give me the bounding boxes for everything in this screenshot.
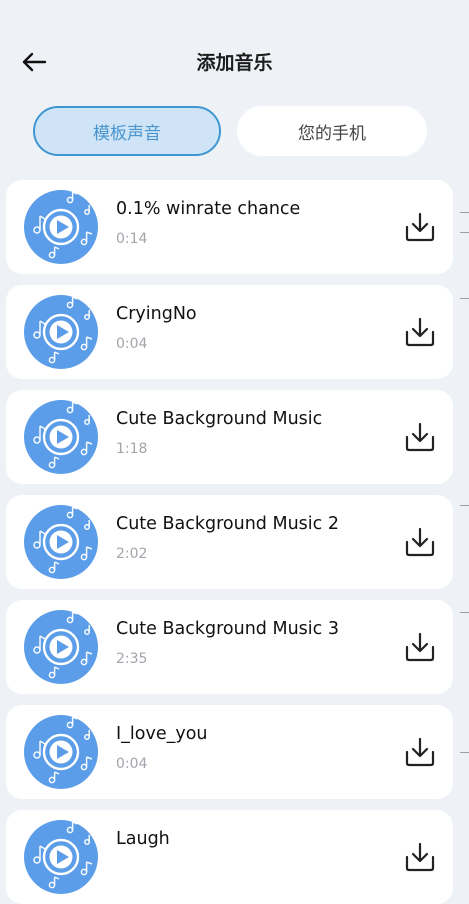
music-disc-icon xyxy=(24,715,98,789)
song-duration: 0:14 xyxy=(116,231,148,247)
song-item[interactable]: 0.1% winrate chance 0:14 xyxy=(6,180,453,274)
edge-divider xyxy=(460,752,469,753)
download-button[interactable] xyxy=(403,421,437,453)
song-cover xyxy=(24,820,98,894)
song-title: CryingNo xyxy=(116,304,197,324)
tab-your-phone[interactable]: 您的手机 xyxy=(237,106,427,156)
header: 添加音乐 xyxy=(0,0,469,100)
music-disc-icon xyxy=(24,400,98,474)
song-item[interactable]: CryingNo 0:04 xyxy=(6,285,453,379)
download-icon xyxy=(405,212,435,242)
music-disc-icon xyxy=(24,190,98,264)
music-disc-icon xyxy=(24,505,98,579)
song-duration: 1:18 xyxy=(116,441,148,457)
song-cover xyxy=(24,610,98,684)
music-disc-icon xyxy=(24,610,98,684)
song-item[interactable]: Laugh xyxy=(6,810,453,904)
music-disc-icon xyxy=(24,295,98,369)
edge-divider xyxy=(460,298,469,299)
download-button[interactable] xyxy=(403,841,437,873)
song-cover xyxy=(24,295,98,369)
song-cover xyxy=(24,505,98,579)
song-title: Cute Background Music xyxy=(116,409,323,429)
song-duration: 0:04 xyxy=(116,756,148,772)
song-item[interactable]: Cute Background Music 2 2:02 xyxy=(6,495,453,589)
song-cover xyxy=(24,190,98,264)
song-duration: 2:35 xyxy=(116,651,148,667)
song-item[interactable]: Cute Background Music 1:18 xyxy=(6,390,453,484)
tab-template-sounds[interactable]: 模板声音 xyxy=(33,106,221,156)
download-button[interactable] xyxy=(403,211,437,243)
edge-divider xyxy=(460,505,469,506)
song-item[interactable]: I_love_you 0:04 xyxy=(6,705,453,799)
download-button[interactable] xyxy=(403,631,437,663)
edge-divider xyxy=(460,232,469,233)
song-item[interactable]: Cute Background Music 3 2:35 xyxy=(6,600,453,694)
download-icon xyxy=(405,632,435,662)
song-title: Cute Background Music 2 xyxy=(116,514,339,534)
edge-divider xyxy=(460,612,469,613)
song-title: I_love_you xyxy=(116,724,208,744)
song-title: Laugh xyxy=(116,829,170,849)
music-disc-icon xyxy=(24,820,98,894)
scroll-edge xyxy=(460,0,469,839)
song-title: 0.1% winrate chance xyxy=(116,199,301,219)
download-icon xyxy=(405,317,435,347)
song-duration: 2:02 xyxy=(116,546,148,562)
source-tabs: 模板声音 您的手机 xyxy=(0,106,469,160)
song-cover xyxy=(24,715,98,789)
download-button[interactable] xyxy=(403,316,437,348)
song-cover xyxy=(24,400,98,474)
page-title: 添加音乐 xyxy=(196,52,273,74)
download-icon xyxy=(405,842,435,872)
download-icon xyxy=(405,527,435,557)
download-icon xyxy=(405,422,435,452)
edge-divider xyxy=(460,212,469,213)
download-icon xyxy=(405,737,435,767)
song-title: Cute Background Music 3 xyxy=(116,619,339,639)
download-button[interactable] xyxy=(403,526,437,558)
download-button[interactable] xyxy=(403,736,437,768)
song-duration: 0:04 xyxy=(116,336,148,352)
